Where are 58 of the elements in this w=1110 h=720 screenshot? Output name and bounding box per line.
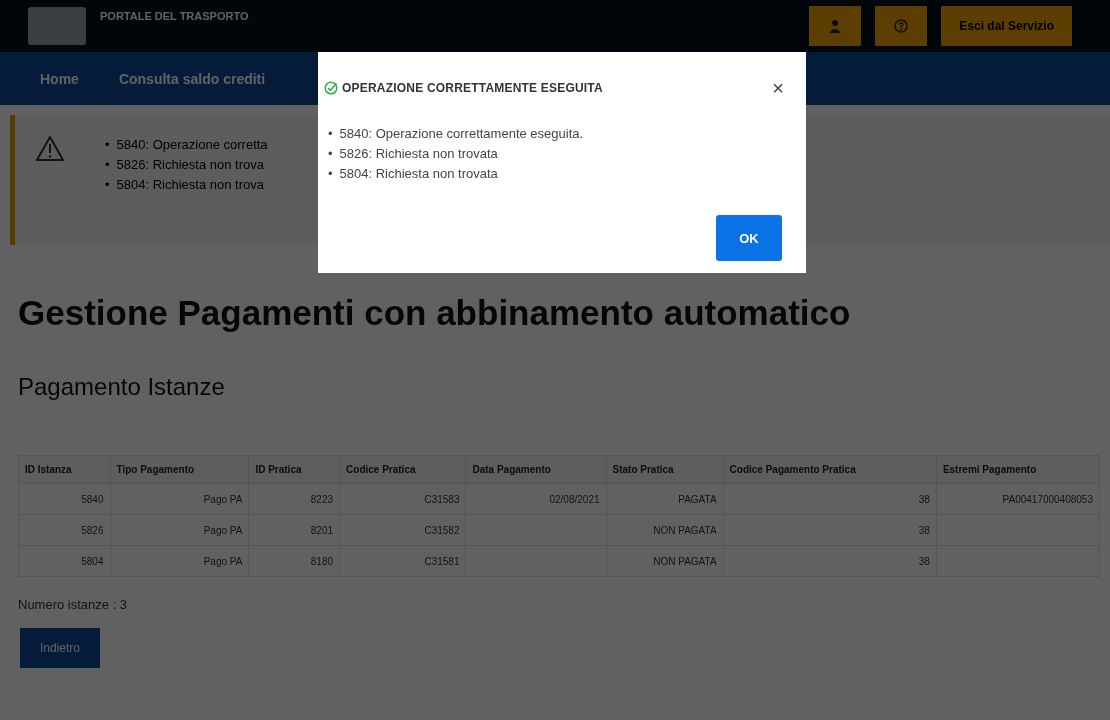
table-cell: 02/08/2021 bbox=[466, 483, 607, 515]
table-cell: Pago PA bbox=[110, 483, 249, 515]
table-cell: NON PAGATA bbox=[606, 514, 724, 546]
section-title: Pagamento Istanze bbox=[18, 373, 226, 401]
column-header: ID Pratica bbox=[248, 455, 340, 484]
column-header: Codice Pratica bbox=[339, 455, 466, 484]
column-header: Tipo Pagamento bbox=[110, 455, 249, 484]
portal-title: PORTALE DEL TRASPORTO bbox=[100, 10, 249, 22]
table-cell: C31581 bbox=[339, 545, 466, 577]
table-cell: 5804 bbox=[18, 545, 110, 577]
table-cell: NON PAGATA bbox=[606, 545, 724, 577]
alert-message: 5804: Richiesta non trova bbox=[116, 176, 264, 194]
modal-message: 5840: Operazione correttamente eseguita. bbox=[339, 125, 584, 143]
help-button[interactable] bbox=[875, 6, 928, 46]
table-cell: 8223 bbox=[248, 483, 340, 515]
help-icon bbox=[894, 19, 909, 33]
bullet: • bbox=[105, 176, 110, 194]
modal-message: 5804: Richiesta non trovata bbox=[339, 165, 498, 183]
user-icon bbox=[828, 19, 843, 33]
modal-title: OPERAZIONE CORRETTAMENTE ESEGUITA bbox=[342, 81, 604, 95]
modal-message: 5826: Richiesta non trovata bbox=[339, 145, 498, 163]
ok-button[interactable]: OK bbox=[716, 215, 782, 261]
table-cell: C31582 bbox=[339, 514, 466, 546]
back-button[interactable]: Indietro bbox=[20, 628, 101, 668]
logout-button[interactable]: Esci dal Servizio bbox=[941, 6, 1072, 46]
user-button[interactable] bbox=[809, 6, 862, 46]
bullet: • bbox=[328, 165, 333, 183]
instance-count: Numero istanze : 3 bbox=[18, 597, 129, 612]
nav-link[interactable]: Home bbox=[40, 70, 79, 87]
bullet: • bbox=[328, 125, 333, 143]
table-cell: 8180 bbox=[248, 545, 340, 577]
page-title: Gestione Pagamenti con abbinamento automatico bbox=[18, 293, 852, 333]
column-header: Codice Pagamento Pratica bbox=[723, 455, 937, 484]
column-header: ID Istanza bbox=[18, 455, 110, 484]
table-cell: 8201 bbox=[248, 514, 340, 546]
table-cell: Pago PA bbox=[110, 514, 249, 546]
table-cell: PAGATA bbox=[606, 483, 724, 515]
table-cell: 38 bbox=[723, 483, 937, 515]
portal-logo bbox=[28, 7, 86, 45]
bullet: • bbox=[105, 156, 110, 174]
bullet: • bbox=[328, 145, 333, 163]
success-check-icon bbox=[324, 81, 338, 95]
alert-message: 5840: Operazione corretta bbox=[116, 136, 268, 154]
close-button[interactable]: × bbox=[772, 78, 784, 98]
table-cell: 5840 bbox=[18, 483, 110, 515]
table-cell: Pago PA bbox=[110, 545, 249, 577]
table-cell: 38 bbox=[723, 545, 937, 577]
column-header: Stato Pratica bbox=[606, 455, 724, 484]
table-cell: 5826 bbox=[18, 514, 110, 546]
bullet: • bbox=[105, 136, 110, 154]
table-cell: 38 bbox=[723, 514, 937, 546]
table-cell: PA00417000408053 bbox=[936, 483, 1100, 515]
alert-message: 5826: Richiesta non trova bbox=[116, 156, 264, 174]
table-cell: C31583 bbox=[339, 483, 466, 515]
column-header: Estremi Pagamento bbox=[936, 455, 1100, 484]
column-header: Data Pagamento bbox=[466, 455, 607, 484]
nav-link[interactable]: Consulta saldo crediti bbox=[118, 70, 266, 87]
warning-icon bbox=[35, 135, 65, 162]
